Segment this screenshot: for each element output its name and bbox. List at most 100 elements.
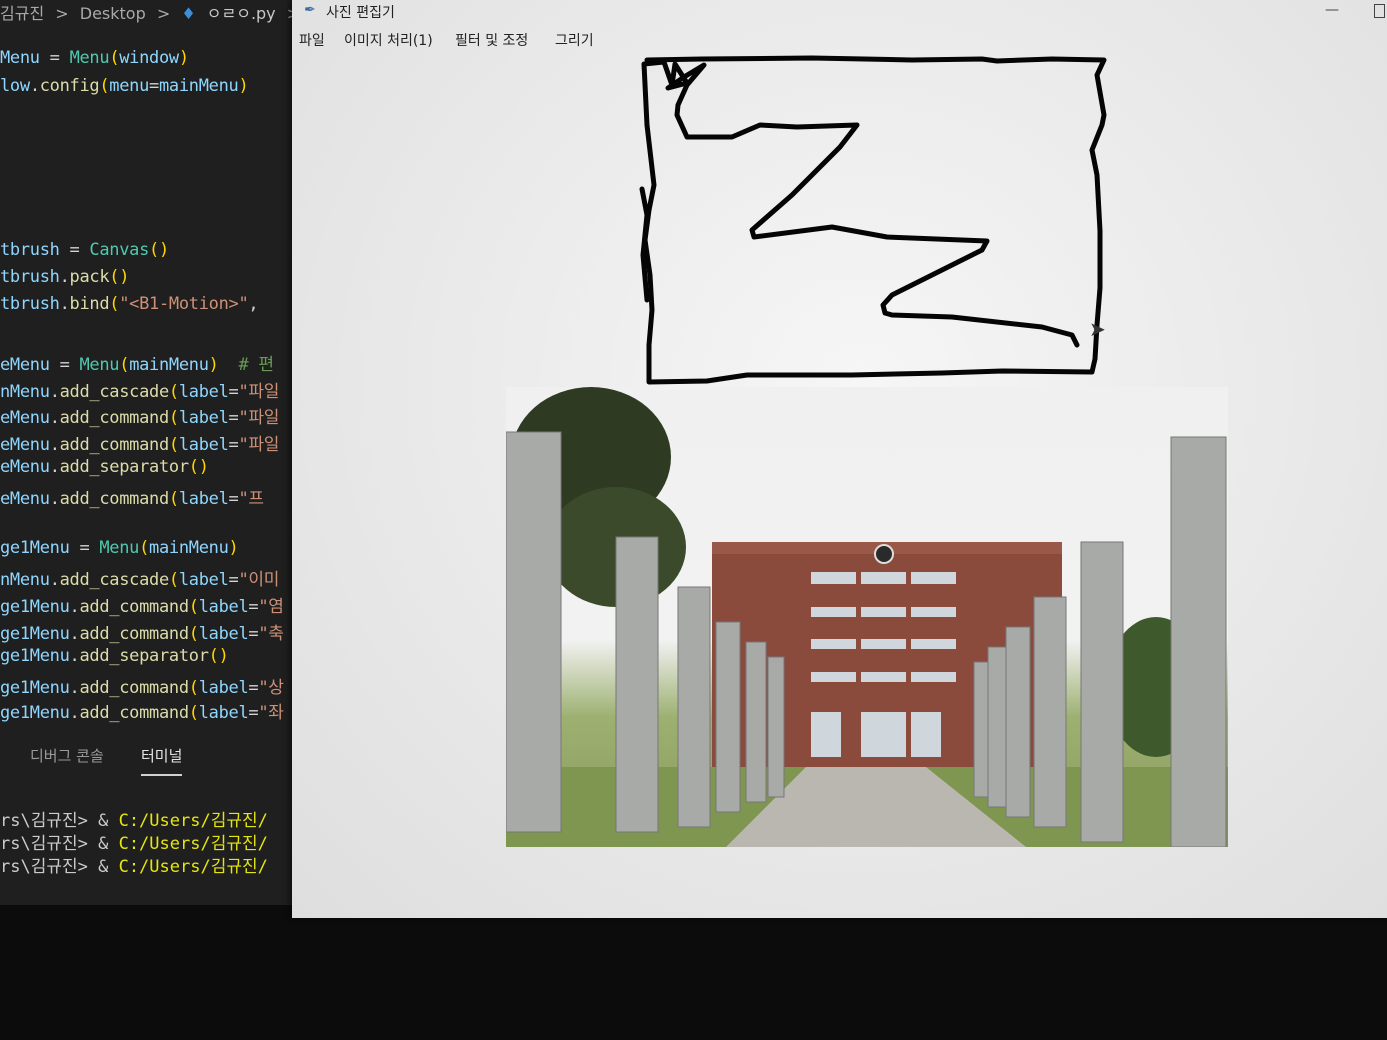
code-token: ge1Menu bbox=[0, 678, 70, 698]
code-token: . bbox=[69, 678, 80, 698]
drawing-canvas[interactable]: ➤ bbox=[292, 55, 1387, 918]
terminal-path: C:/Users/김규진/ bbox=[118, 811, 268, 831]
code-token: add_command bbox=[59, 435, 170, 455]
code-line: tbrush = Canvas() bbox=[0, 240, 169, 260]
code-token: . bbox=[59, 294, 70, 314]
breadcrumb-item-user[interactable]: 김규진 bbox=[0, 4, 44, 23]
code-token: label bbox=[198, 624, 249, 644]
python-icon: ♦ bbox=[181, 4, 196, 23]
code-token: = bbox=[248, 678, 259, 698]
code-token: . bbox=[49, 435, 60, 455]
code-token: ( bbox=[139, 538, 150, 558]
code-token: ( bbox=[188, 597, 199, 617]
code-token: . bbox=[69, 703, 80, 723]
minimize-button[interactable]: — bbox=[1325, 2, 1339, 18]
code-line: ge1Menu.add_separator() bbox=[0, 646, 229, 666]
breadcrumb-item-desktop[interactable]: Desktop bbox=[80, 4, 146, 23]
terminal-line: rs\김규진> & C:/Users/김규진/ bbox=[0, 806, 268, 831]
code-token: . bbox=[49, 570, 60, 590]
code-line: ge1Menu.add_command(label="축 bbox=[0, 619, 284, 644]
code-line: nMenu.add_cascade(label="파일 bbox=[0, 377, 279, 402]
code-token: label bbox=[178, 408, 229, 428]
code-token: ( bbox=[188, 624, 199, 644]
code-token: mainMenu bbox=[129, 355, 209, 375]
tab-terminal[interactable]: 터미널 bbox=[141, 745, 183, 776]
code-token: Menu bbox=[99, 538, 140, 558]
code-token: () bbox=[188, 457, 209, 477]
code-token: = bbox=[69, 538, 100, 558]
code-token: add_command bbox=[59, 489, 170, 509]
window-title: 사진 편집기 bbox=[326, 5, 395, 21]
code-token: label bbox=[198, 597, 249, 617]
menu-image-processing[interactable]: 이미지 처리(1) bbox=[344, 30, 433, 50]
code-line: eMenu.add_command(label="파일 bbox=[0, 403, 279, 428]
freehand-drawing[interactable] bbox=[292, 55, 1387, 918]
maximize-button[interactable] bbox=[1374, 4, 1385, 18]
code-token: . bbox=[69, 597, 80, 617]
title-bar[interactable]: ✒ 사진 편집기 — bbox=[292, 0, 1387, 24]
code-token: ( bbox=[168, 489, 179, 509]
code-token: label bbox=[178, 570, 229, 590]
code-token: . bbox=[49, 408, 60, 428]
code-token: "이미 bbox=[238, 570, 280, 590]
code-token: add_separator bbox=[59, 457, 189, 477]
code-token: ( bbox=[109, 48, 120, 68]
code-token: () bbox=[149, 240, 169, 260]
code-line: Menu = Menu(window) bbox=[0, 48, 189, 68]
menu-filter-adjust[interactable]: 필터 및 조정 bbox=[455, 30, 528, 50]
code-token: eMenu bbox=[0, 435, 50, 455]
code-token: add_command bbox=[79, 624, 189, 644]
code-editor[interactable]: 김규진 > Desktop > ♦ ㅇㄹㅇ.py > Menu = Menu(w… bbox=[0, 0, 300, 905]
code-line: nMenu.add_cascade(label="이미 bbox=[0, 565, 279, 590]
menu-draw[interactable]: 그리기 bbox=[555, 30, 594, 50]
code-token: = bbox=[228, 408, 239, 428]
menu-file[interactable]: 파일 bbox=[299, 30, 325, 50]
tab-debug-console[interactable]: 디버그 콘솔 bbox=[30, 745, 104, 766]
code-token: ( bbox=[99, 76, 110, 96]
code-line: eMenu.add_separator() bbox=[0, 457, 209, 477]
terminal-line: rs\김규진> & C:/Users/김규진/ bbox=[0, 829, 268, 854]
mouse-cursor-icon: ➤ bbox=[1089, 317, 1106, 341]
code-token: () bbox=[109, 267, 130, 287]
code-token: ) bbox=[208, 355, 219, 375]
code-token: bind bbox=[69, 294, 110, 314]
code-token: ) bbox=[238, 76, 249, 96]
code-token: add_cascade bbox=[59, 382, 170, 402]
code-token: eMenu bbox=[0, 457, 50, 477]
code-token: eMenu bbox=[0, 489, 50, 509]
code-token: "<B1-Motion>" bbox=[119, 294, 249, 314]
code-line: low.config(menu=mainMenu) bbox=[0, 76, 249, 96]
code-line: eMenu = Menu(mainMenu) # 편 bbox=[0, 350, 274, 375]
code-token: ( bbox=[119, 355, 130, 375]
code-token: add_command bbox=[59, 408, 170, 428]
code-token: "염 bbox=[258, 597, 284, 617]
photo-editor-window[interactable]: ✒ 사진 편집기 — 파일 이미지 처리(1) 필터 및 조정 그리기 ➤ bbox=[292, 0, 1387, 918]
code-token: ) bbox=[228, 538, 239, 558]
code-line: ge1Menu = Menu(mainMenu) bbox=[0, 538, 239, 558]
code-token: add_command bbox=[79, 703, 189, 723]
code-token: "파일 bbox=[238, 382, 280, 402]
feather-icon: ✒ bbox=[304, 2, 316, 18]
code-token: = bbox=[228, 489, 239, 509]
code-token: ge1Menu bbox=[0, 597, 70, 617]
code-token: ( bbox=[188, 703, 199, 723]
code-token: = bbox=[228, 435, 239, 455]
code-token: Menu bbox=[69, 48, 110, 68]
code-token: () bbox=[208, 646, 229, 666]
code-token: . bbox=[69, 624, 80, 644]
drawn-stroke bbox=[642, 55, 1107, 385]
code-token: . bbox=[49, 489, 60, 509]
code-token: ge1Menu bbox=[0, 624, 70, 644]
breadcrumb-separator: > bbox=[156, 4, 171, 23]
code-line: ge1Menu.add_command(label="좌 bbox=[0, 698, 284, 723]
code-token: , bbox=[248, 294, 259, 314]
drawn-stroke bbox=[639, 186, 650, 303]
code-token: = bbox=[149, 76, 159, 96]
code-token: "프 bbox=[238, 489, 264, 509]
panel-tabs: 디버그 콘솔 터미널 bbox=[0, 735, 300, 780]
code-line: eMenu.add_command(label="파일 bbox=[0, 430, 279, 455]
code-token: eMenu bbox=[0, 355, 50, 375]
code-token: = bbox=[228, 570, 239, 590]
breadcrumb-item-file[interactable]: ㅇㄹㅇ.py bbox=[207, 4, 276, 23]
code-token: "파일 bbox=[238, 408, 280, 428]
